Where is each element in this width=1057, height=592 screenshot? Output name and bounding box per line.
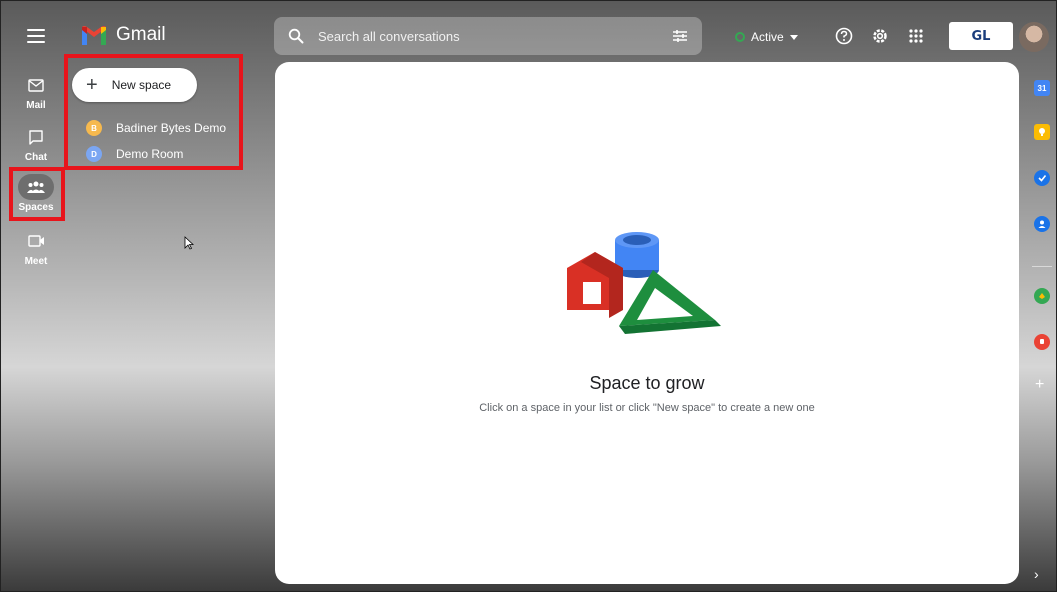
new-space-button[interactable]: + New space: [72, 68, 197, 102]
status-label: Active: [751, 30, 784, 44]
new-space-label: New space: [111, 78, 172, 92]
space-name: Badiner Bytes Demo: [116, 121, 227, 135]
plus-icon: +: [86, 74, 98, 96]
space-name: Demo Room: [116, 147, 184, 161]
organization-logo[interactable]: GL: [949, 22, 1013, 50]
search-input[interactable]: Search all conversations: [318, 29, 672, 44]
rail-label: Chat: [24, 152, 48, 163]
empty-state-subtitle: Click on a space in your list or click "…: [479, 402, 815, 414]
main-menu-icon[interactable]: [26, 26, 46, 46]
rail-item-chat[interactable]: Chat: [12, 124, 60, 163]
meet-icon: [20, 228, 52, 254]
contacts-icon[interactable]: [1034, 216, 1050, 232]
spaces-illustration: [567, 232, 721, 334]
tasks-icon[interactable]: [1034, 170, 1050, 186]
mouse-cursor-icon: [184, 236, 194, 250]
search-icon[interactable]: [288, 28, 304, 44]
rail-item-meet[interactable]: Meet: [12, 228, 60, 267]
rail-label: Meet: [24, 256, 48, 267]
calendar-icon[interactable]: 31: [1034, 80, 1050, 96]
rail-item-mail[interactable]: Mail: [12, 72, 60, 111]
spaces-highlight-box: [9, 167, 65, 221]
empty-state-title: Space to grow: [589, 373, 705, 393]
mail-icon: [20, 72, 52, 98]
status-indicator-icon: [735, 32, 745, 42]
chevron-right-icon[interactable]: ›: [1034, 566, 1039, 582]
side-panel-divider: [1032, 266, 1052, 267]
chevron-down-icon: [789, 34, 798, 40]
side-panel-apps: 31 +: [1030, 70, 1054, 590]
space-avatar: B: [86, 120, 102, 136]
org-logo-text: GL: [971, 28, 991, 44]
gmail-m-icon: [82, 25, 106, 45]
help-icon[interactable]: [832, 24, 856, 48]
apps-grid-icon[interactable]: [904, 24, 928, 48]
space-avatar: D: [86, 146, 102, 162]
search-bar[interactable]: Search all conversations: [274, 17, 702, 55]
get-addons-plus-icon[interactable]: +: [1035, 376, 1044, 394]
addon-icon[interactable]: [1034, 334, 1050, 350]
account-avatar[interactable]: [1019, 22, 1049, 52]
chat-icon: [20, 124, 52, 150]
main-content-card: Space to grow Click on a space in your l…: [275, 62, 1019, 584]
search-options-icon[interactable]: [672, 29, 688, 43]
space-list-item[interactable]: D Demo Room: [86, 146, 183, 162]
space-list-item[interactable]: B Badiner Bytes Demo: [86, 120, 226, 136]
navigation-rail: Mail Chat Spaces Meet: [8, 0, 64, 592]
gmail-logo[interactable]: Gmail: [80, 24, 166, 46]
keep-icon[interactable]: [1034, 124, 1050, 140]
gear-icon[interactable]: [868, 24, 892, 48]
app-name: Gmail: [116, 24, 166, 45]
status-selector[interactable]: Active: [727, 24, 806, 50]
addon-icon[interactable]: [1034, 288, 1050, 304]
rail-label: Mail: [26, 100, 46, 111]
